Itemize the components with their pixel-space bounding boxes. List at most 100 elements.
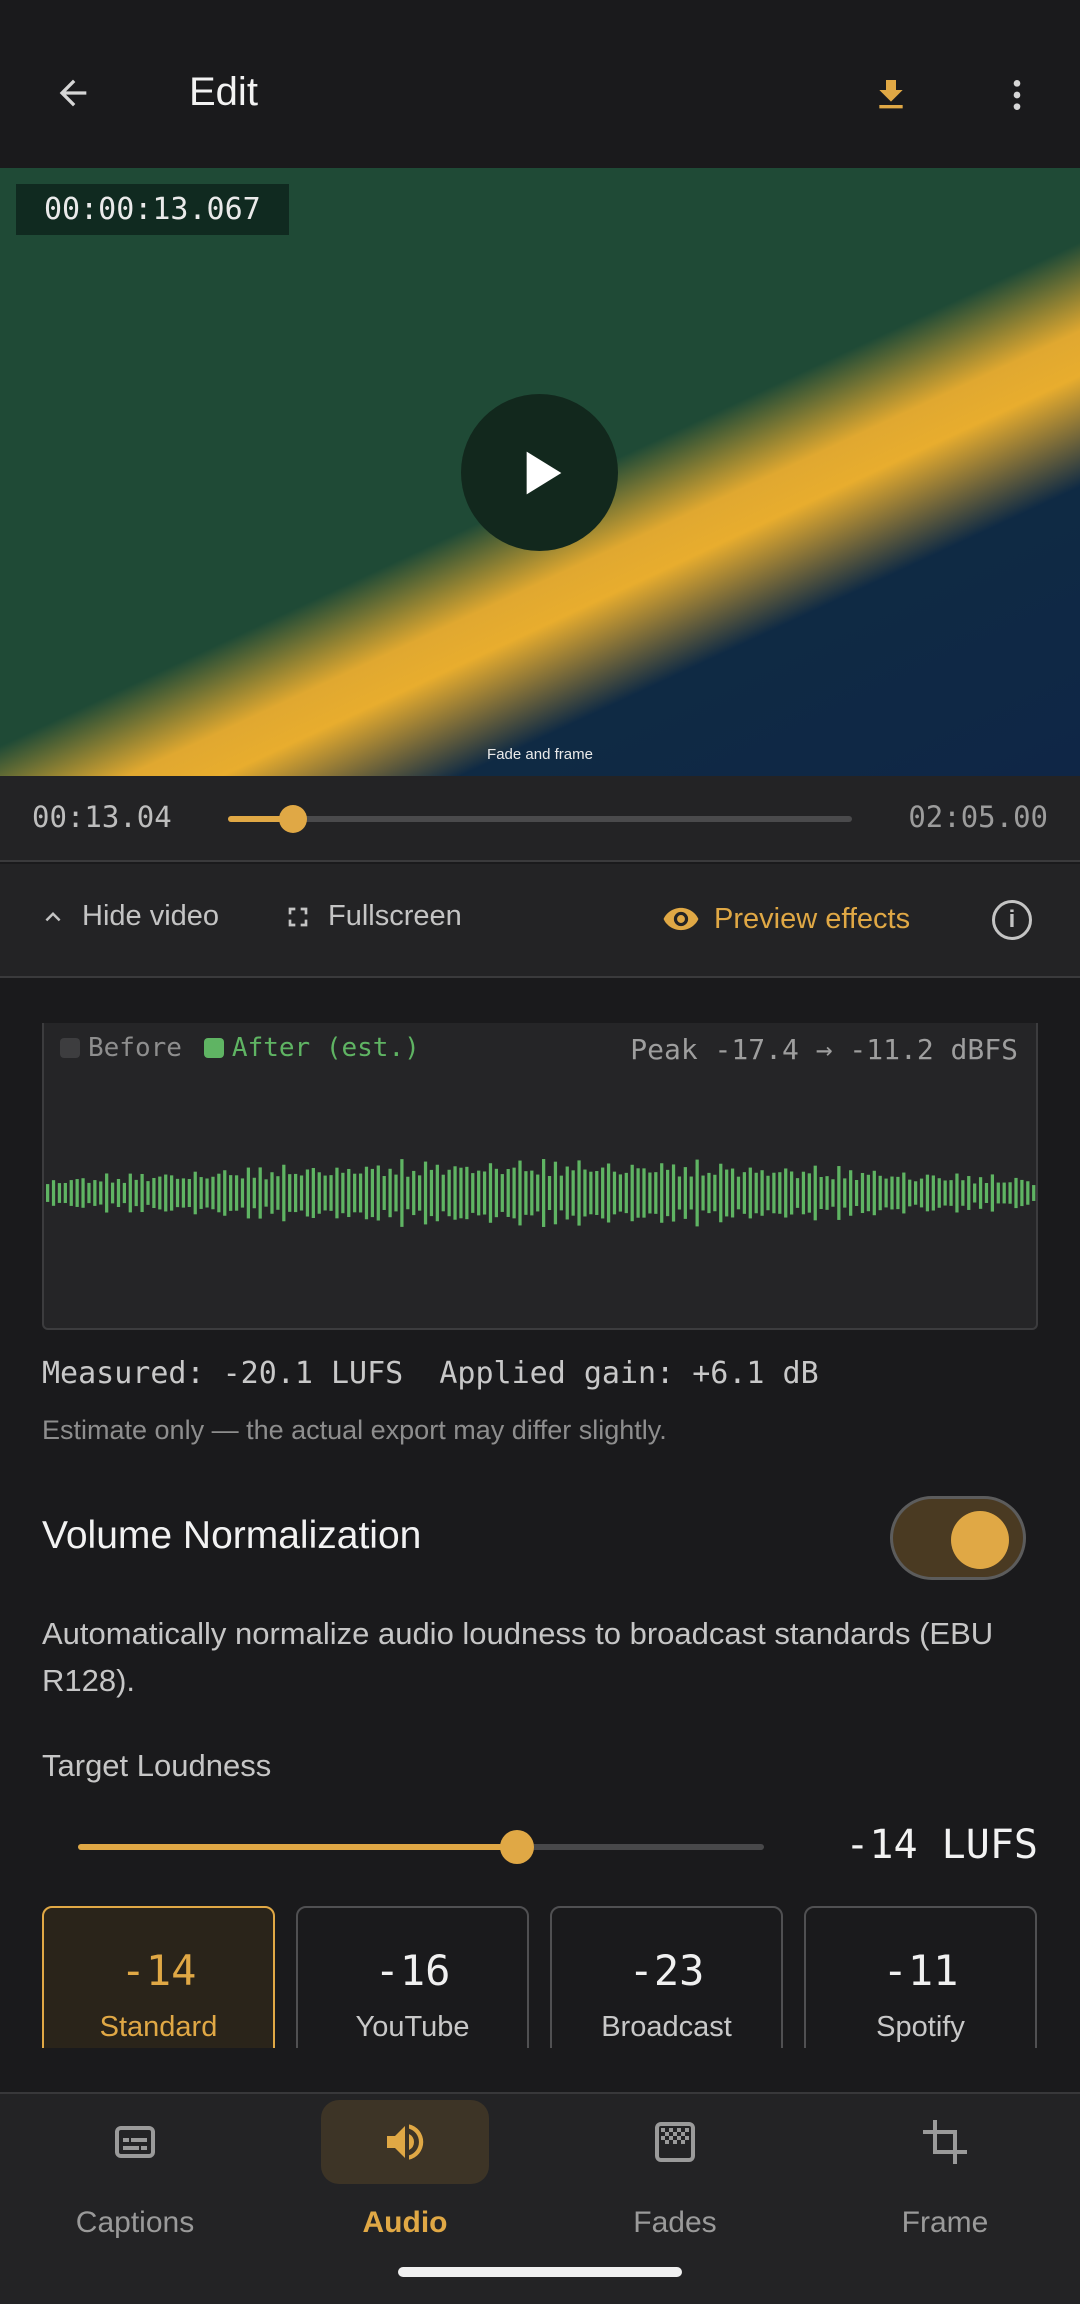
waveform-bar (713, 1174, 717, 1212)
waveform-bar (311, 1167, 315, 1219)
waveform-bar (335, 1167, 339, 1219)
seek-track[interactable] (228, 805, 852, 833)
waveform-bar (370, 1168, 375, 1218)
waveform-bar (93, 1180, 97, 1206)
captions-icon (51, 2100, 219, 2184)
preset-label: Standard (99, 2011, 218, 2043)
waveform-bar (264, 1179, 268, 1207)
play-button[interactable] (461, 394, 618, 551)
preview-effects-button[interactable]: Preview effects (662, 900, 910, 938)
waveform-bar (896, 1176, 900, 1210)
peak-readout: Peak -17.4 → -11.2 dBFS (630, 1033, 1018, 1066)
waveform-bar (234, 1175, 239, 1211)
waveform-bar (146, 1181, 150, 1205)
preset-broadcast[interactable]: -23 Broadcast (550, 1906, 783, 2048)
waveform-bar (730, 1168, 735, 1218)
waveform-bar (1002, 1182, 1006, 1204)
waveform-bar (996, 1182, 1000, 1204)
waveform-bar (211, 1176, 215, 1210)
waveform-bar (565, 1166, 569, 1220)
hide-video-button[interactable]: Hide video (38, 900, 219, 933)
preset-standard[interactable]: -14 Standard (42, 1906, 275, 2048)
waveform-bar (837, 1166, 841, 1220)
waveform-bar (164, 1174, 168, 1212)
more-vert-icon[interactable] (982, 60, 1052, 130)
waveform-bar (825, 1176, 829, 1210)
waveform-bar (742, 1172, 747, 1214)
waveform-bar (695, 1159, 699, 1227)
eye-icon (663, 907, 699, 931)
waveform-bar (116, 1178, 121, 1208)
before-swatch (60, 1038, 80, 1058)
waveform-bar (276, 1176, 280, 1210)
waveform-bar (128, 1173, 132, 1213)
seek-bar: 00:13.04 02:05.00 (0, 776, 1080, 862)
waveform-legend: Before After (est.) (60, 1033, 420, 1063)
volume-normalization-title: Volume Normalization (42, 1514, 422, 1557)
waveform-bar (642, 1168, 646, 1218)
measured-readout: Measured: -20.1 LUFS Applied gain: +6.1 … (42, 1356, 819, 1391)
waveform-bar (447, 1169, 451, 1217)
fullscreen-button[interactable]: Fullscreen (282, 900, 462, 933)
waveform-bar (406, 1176, 410, 1210)
waveform-bar (518, 1160, 522, 1226)
arrow-left-icon[interactable] (38, 58, 108, 128)
waveform-bar (87, 1182, 91, 1204)
page-title: Edit (189, 70, 258, 114)
preset-youtube[interactable]: -16 YouTube (296, 1906, 529, 2048)
waveform-bar (553, 1161, 558, 1225)
waveform-bar (394, 1174, 398, 1212)
video-preview[interactable]: 00:00:13.067 Fade and frame (0, 168, 1080, 776)
preset-label: Spotify (876, 2011, 965, 2043)
waveform-bar (1032, 1185, 1036, 1201)
nav-tab-captions[interactable]: Captions (0, 2094, 270, 2304)
waveform-bar (252, 1177, 256, 1209)
waveform-bar (282, 1164, 286, 1222)
nav-tab-frame[interactable]: Frame (810, 2094, 1080, 2304)
waveform-bar (418, 1175, 422, 1211)
waveform-bar (181, 1178, 186, 1208)
seek-thumb[interactable] (278, 805, 307, 833)
download-icon[interactable] (856, 60, 926, 130)
waveform-bar (766, 1175, 770, 1211)
top-app-bar: Edit (0, 0, 1080, 168)
after-label: After (est.) (231, 1033, 420, 1063)
waveform-bar (807, 1173, 811, 1213)
before-label: Before (88, 1033, 182, 1063)
waveform-bar (677, 1176, 682, 1210)
waveform-bar (524, 1171, 528, 1215)
waveform-bar (961, 1180, 965, 1206)
waveform-bar (624, 1172, 628, 1214)
video-caption: Fade and frame (487, 746, 593, 763)
preset-spotify[interactable]: -11 Spotify (804, 1906, 1037, 2048)
waveform-bar (258, 1167, 262, 1219)
fullscreen-label: Fullscreen (328, 900, 462, 932)
waveform-bar (884, 1178, 888, 1208)
after-swatch (203, 1038, 224, 1058)
waveform-bar (75, 1179, 79, 1207)
waveform-bar (347, 1168, 351, 1218)
target-loudness-slider[interactable] (78, 1830, 764, 1864)
waveform-bar (760, 1170, 764, 1216)
waveform-bar (601, 1167, 605, 1219)
waveform-bar (512, 1167, 516, 1219)
fades-icon (591, 2100, 759, 2184)
waveform-bar (288, 1174, 292, 1212)
play-icon (526, 451, 561, 494)
duration-time: 02:05.00 (908, 800, 1048, 834)
waveform-bar (51, 1180, 56, 1206)
waveform-bar (270, 1172, 274, 1214)
waveform-bar (506, 1169, 510, 1217)
normalization-toggle[interactable] (890, 1496, 1026, 1580)
info-icon[interactable]: i (992, 900, 1032, 940)
waveform-bar (978, 1177, 983, 1209)
waveform-bar (1008, 1182, 1012, 1204)
slider-thumb[interactable] (500, 1830, 535, 1864)
nav-label: Audio (362, 2206, 448, 2239)
waveform-bar (1026, 1181, 1030, 1205)
home-indicator[interactable] (398, 2267, 682, 2277)
waveform-bar (323, 1175, 327, 1211)
waveform-bar (813, 1165, 817, 1221)
waveform-bar (488, 1163, 493, 1223)
waveform-bar (494, 1168, 499, 1218)
